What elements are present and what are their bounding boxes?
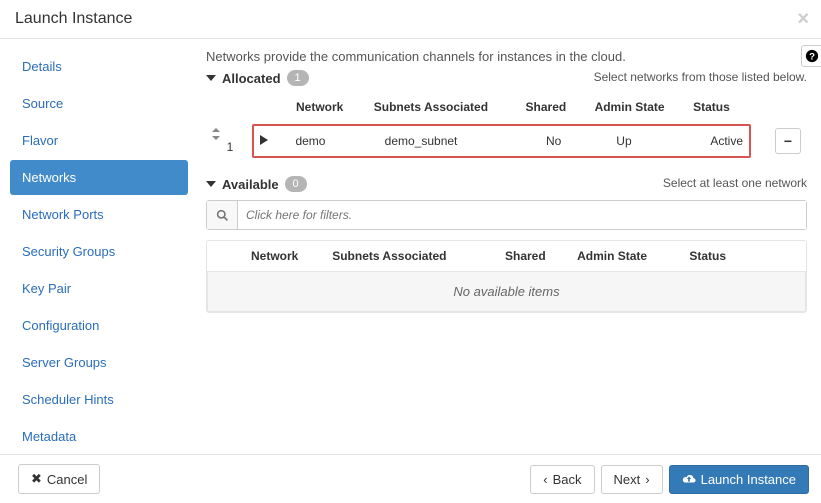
col-network: Network (245, 241, 326, 271)
allocated-hint: Select networks from those listed below. (594, 70, 807, 84)
chevron-down-icon (206, 179, 216, 189)
allocated-count-badge: 1 (287, 70, 309, 86)
next-label: Next (614, 472, 641, 487)
chevron-left-icon: ‹ (543, 472, 547, 487)
available-hint: Select at least one network (663, 176, 807, 190)
cell-network: demo (289, 126, 378, 156)
sidebar-item-network-ports[interactable]: Network Ports (10, 197, 188, 232)
cell-subnets: demo_subnet (379, 126, 540, 156)
svg-text:?: ? (809, 52, 815, 63)
chevron-down-icon (206, 73, 216, 83)
chevron-right-icon: › (645, 472, 649, 487)
col-shared: Shared (499, 241, 571, 271)
allocated-label: Allocated (222, 71, 281, 86)
col-status: Status (687, 94, 751, 120)
back-button[interactable]: ‹ Back (530, 465, 594, 494)
cancel-button[interactable]: ✖ Cancel (18, 464, 100, 494)
expand-row-icon[interactable] (260, 135, 274, 145)
cell-status: Active (704, 126, 749, 156)
cell-shared: No (540, 126, 610, 156)
sidebar-item-metadata[interactable]: Metadata (10, 419, 188, 454)
help-icon[interactable]: ? (801, 45, 821, 67)
col-shared: Shared (520, 94, 589, 120)
remove-row-button[interactable]: − (775, 128, 801, 154)
sidebar-item-server-groups[interactable]: Server Groups (10, 345, 188, 380)
row-order: 1 (227, 140, 234, 154)
col-subnets: Subnets Associated (368, 94, 520, 120)
cancel-label: Cancel (47, 472, 87, 487)
next-button[interactable]: Next › (601, 465, 663, 494)
available-empty: No available items (207, 271, 806, 312)
filter-input[interactable] (238, 201, 806, 229)
wizard-sidebar: Details Source Flavor Networks Network P… (0, 39, 188, 456)
modal-title: Launch Instance (15, 10, 806, 28)
col-subnets: Subnets Associated (326, 241, 499, 271)
sidebar-item-details[interactable]: Details (10, 49, 188, 84)
col-status: Status (683, 241, 750, 271)
allocated-row: 1 demo demo_subnet (206, 120, 807, 162)
sidebar-item-networks[interactable]: Networks (10, 160, 188, 195)
cell-admin-state: Up (610, 126, 704, 156)
close-icon: ✖ (31, 471, 42, 487)
sidebar-item-source[interactable]: Source (10, 86, 188, 121)
close-icon[interactable]: × (797, 8, 809, 31)
allocated-toggle[interactable]: Allocated 1 (206, 70, 594, 86)
launch-label: Launch Instance (701, 472, 796, 487)
available-label: Available (222, 177, 279, 192)
available-table: Network Subnets Associated Shared Admin … (207, 241, 806, 271)
sidebar-item-key-pair[interactable]: Key Pair (10, 271, 188, 306)
sidebar-item-scheduler-hints[interactable]: Scheduler Hints (10, 382, 188, 417)
back-label: Back (553, 472, 582, 487)
col-admin-state: Admin State (589, 94, 688, 120)
launch-instance-button[interactable]: Launch Instance (669, 465, 809, 494)
allocated-table: Network Subnets Associated Shared Admin … (206, 94, 807, 162)
search-icon[interactable] (207, 201, 238, 229)
drag-handle-icon[interactable] (212, 128, 246, 140)
available-count-badge: 0 (285, 176, 307, 192)
page-description: Networks provide the communication chann… (206, 49, 807, 64)
sidebar-item-security-groups[interactable]: Security Groups (10, 234, 188, 269)
available-toggle[interactable]: Available 0 (206, 176, 663, 192)
cloud-upload-icon (682, 473, 696, 485)
sidebar-item-configuration[interactable]: Configuration (10, 308, 188, 343)
col-network: Network (290, 94, 368, 120)
col-admin-state: Admin State (571, 241, 683, 271)
sidebar-item-flavor[interactable]: Flavor (10, 123, 188, 158)
